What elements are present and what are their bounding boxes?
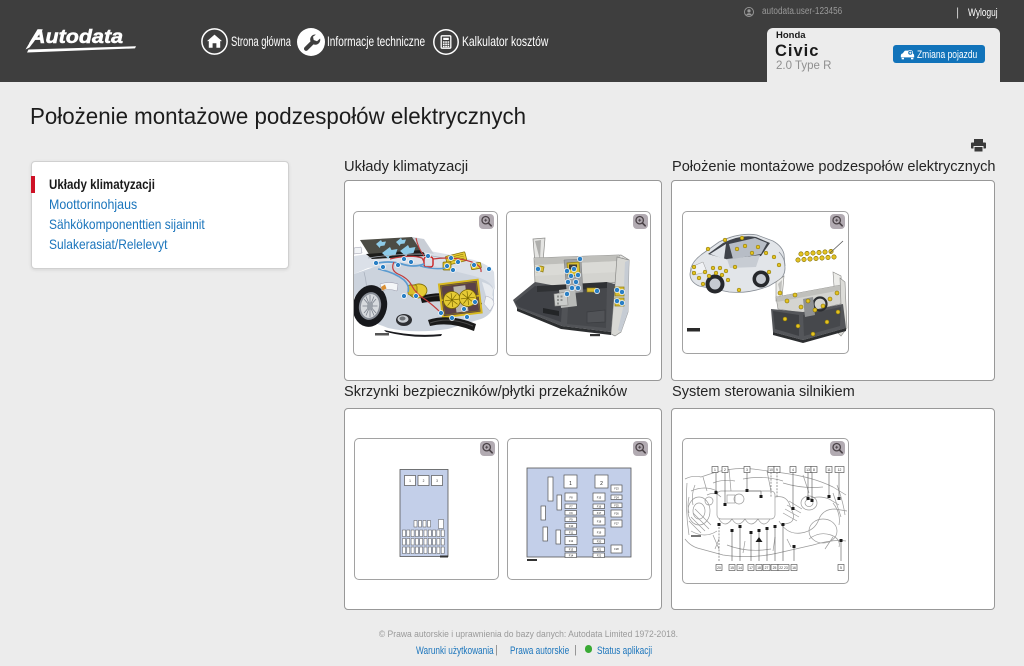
svg-text:9: 9 <box>776 468 778 472</box>
svg-text:4: 4 <box>792 468 794 472</box>
svg-text:16: 16 <box>792 566 796 570</box>
svg-text:F19: F19 <box>597 531 602 535</box>
svg-text:F24: F24 <box>614 496 619 500</box>
svg-text:F28: F28 <box>614 547 619 551</box>
svg-text:2: 2 <box>724 468 726 472</box>
svg-text:18: 18 <box>757 566 761 570</box>
svg-text:F25: F25 <box>614 504 619 508</box>
svg-text:15: 15 <box>730 566 734 570</box>
svg-text:8: 8 <box>813 468 815 472</box>
svg-text:17: 17 <box>749 566 753 570</box>
svg-text:22 23: 22 23 <box>779 566 788 570</box>
svg-text:F14: F14 <box>569 554 574 558</box>
svg-text:F17: F17 <box>597 511 602 515</box>
svg-text:1: 1 <box>569 481 572 487</box>
svg-text:12: 12 <box>837 468 841 472</box>
svg-text:27: 27 <box>764 566 768 570</box>
svg-text:F27: F27 <box>614 522 619 526</box>
svg-text:2: 2 <box>423 479 425 483</box>
svg-text:11: 11 <box>827 468 831 472</box>
svg-text:20: 20 <box>717 566 721 570</box>
svg-text:F22: F22 <box>597 554 602 558</box>
svg-text:25: 25 <box>772 566 776 570</box>
svg-text:3: 3 <box>436 479 438 483</box>
svg-text:F26: F26 <box>614 512 619 516</box>
svg-text:1: 1 <box>714 468 716 472</box>
svg-text:14: 14 <box>738 566 742 570</box>
svg-text:F11: F11 <box>569 531 574 535</box>
svg-text:1: 1 <box>409 479 411 483</box>
svg-text:F20: F20 <box>597 540 602 544</box>
svg-text:F13: F13 <box>569 548 574 552</box>
svg-text:F16: F16 <box>597 505 602 509</box>
svg-text:F21: F21 <box>597 548 602 552</box>
svg-text:F15: F15 <box>597 496 602 500</box>
svg-text:10: 10 <box>769 468 773 472</box>
svg-text:13: 13 <box>806 468 810 472</box>
svg-text:F10: F10 <box>569 524 574 528</box>
svg-text:3: 3 <box>746 468 748 472</box>
svg-text:5: 5 <box>840 566 842 570</box>
svg-text:F18: F18 <box>597 520 602 524</box>
svg-text:2: 2 <box>600 481 603 487</box>
svg-text:F12: F12 <box>569 539 574 543</box>
svg-text:F23: F23 <box>614 487 619 491</box>
